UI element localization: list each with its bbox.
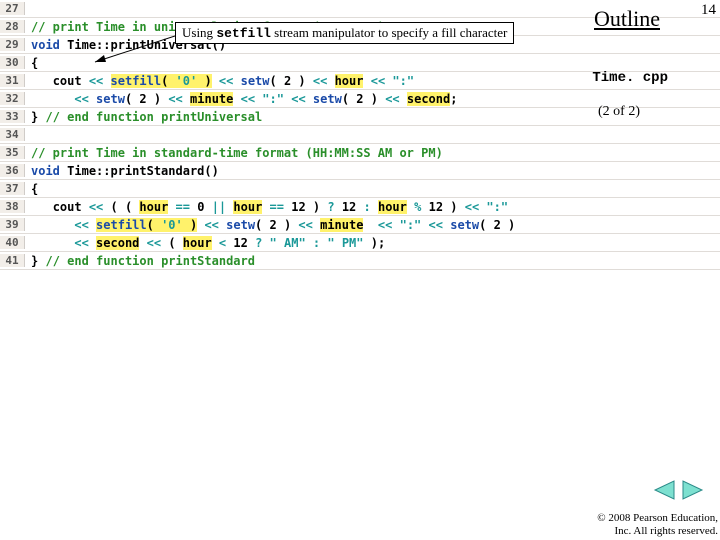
line-number: 32 [0,92,25,105]
code-line: 39 << setfill( '0' ) << setw( 2 ) << min… [0,216,720,234]
copyright-line2: Inc. All rights reserved. [614,525,718,537]
line-number: 29 [0,38,25,51]
page-number: 14 [701,2,716,19]
line-number: 39 [0,218,25,231]
code-line: 34 [0,126,720,144]
code-content: void Time::printStandard() [25,164,219,178]
code-line: 37{ [0,180,720,198]
line-number: 41 [0,254,25,267]
code-content: cout << setfill( '0' ) << setw( 2 ) << h… [25,74,414,88]
code-content: << second << ( hour < 12 ? " AM" : " PM"… [25,236,385,250]
line-number: 38 [0,200,25,213]
line-number: 27 [0,2,25,15]
line-number: 36 [0,164,25,177]
line-number: 28 [0,20,25,33]
code-line: 35// print Time in standard-time format … [0,144,720,162]
nav-buttons [651,479,706,504]
line-number: 31 [0,74,25,87]
code-content: } // end function printUniversal [25,110,262,124]
code-line: 41} // end function printStandard [0,252,720,270]
callout-box: Using setfill stream manipulator to spec… [175,22,514,44]
code-line: 36void Time::printStandard() [0,162,720,180]
page-of-label: (2 of 2) [598,104,640,120]
code-line: 40 << second << ( hour < 12 ? " AM" : " … [0,234,720,252]
copyright: © 2008 Pearson Education, Inc. All right… [597,512,718,538]
outline-heading: Outline [594,6,660,32]
line-number: 37 [0,182,25,195]
line-number: 30 [0,56,25,69]
code-line: 38 cout << ( ( hour == 0 || hour == 12 )… [0,198,720,216]
code-content: } // end function printStandard [25,254,255,268]
code-content: { [25,56,38,70]
next-icon[interactable] [680,479,706,501]
line-number: 34 [0,128,25,141]
callout-code: setfill [216,26,271,41]
code-content: cout << ( ( hour == 0 || hour == 12 ) ? … [25,200,508,214]
filename-label: Time. cpp [592,70,668,86]
code-content: << setfill( '0' ) << setw( 2 ) << minute… [25,218,515,232]
line-number: 33 [0,110,25,123]
line-number: 35 [0,146,25,159]
code-content: // print Time in standard-time format (H… [25,146,443,160]
copyright-line1: © 2008 Pearson Education, [597,512,718,524]
callout-prefix: Using [182,25,216,40]
line-number: 40 [0,236,25,249]
code-content: << setw( 2 ) << minute << ":" << setw( 2… [25,92,457,106]
prev-icon[interactable] [651,479,677,501]
callout-suffix: stream manipulator to specify a fill cha… [271,25,507,40]
code-content: { [25,182,38,196]
